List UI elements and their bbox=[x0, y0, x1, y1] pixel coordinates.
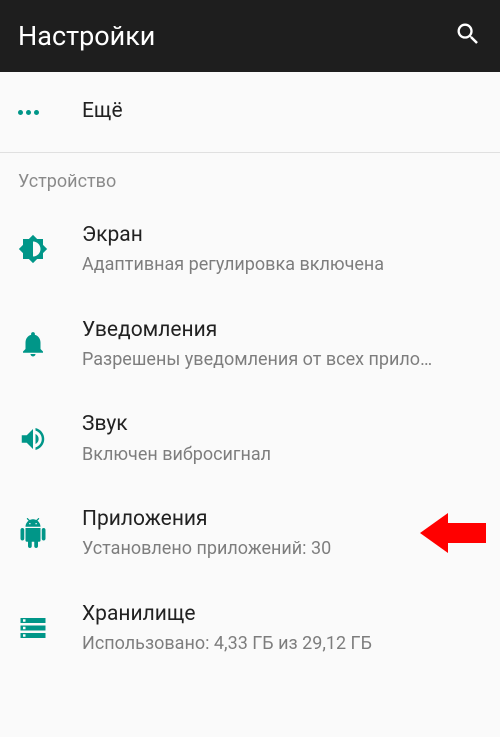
icon-slot bbox=[18, 518, 82, 548]
sound-icon bbox=[18, 424, 48, 454]
row-title: Экран bbox=[82, 222, 482, 249]
icon-slot bbox=[18, 329, 82, 359]
row-more[interactable]: Ещё bbox=[0, 72, 500, 152]
row-subtitle: Адаптивная регулировка включена bbox=[82, 253, 482, 276]
section-header-device: Устройство bbox=[0, 153, 500, 202]
icon-slot bbox=[18, 234, 82, 264]
storage-icon bbox=[18, 613, 48, 643]
row-subtitle: Разрешены уведомления от всех прило… bbox=[82, 348, 482, 371]
settings-list: Ещё Устройство Экран Адаптивная регулиро… bbox=[0, 72, 500, 675]
icon-slot bbox=[18, 613, 82, 643]
row-apps[interactable]: Приложения Установлено приложений: 30 bbox=[0, 486, 500, 581]
row-title: Уведомления bbox=[82, 317, 482, 344]
page-title: Настройки bbox=[18, 20, 155, 52]
row-storage[interactable]: Хранилище Использовано: 4,33 ГБ из 29,12… bbox=[0, 581, 500, 676]
search-button[interactable] bbox=[454, 20, 482, 52]
search-icon bbox=[454, 20, 482, 48]
row-title: Звук bbox=[82, 411, 482, 438]
row-title: Приложения bbox=[82, 506, 482, 533]
row-display[interactable]: Экран Адаптивная регулировка включена bbox=[0, 202, 500, 297]
android-icon bbox=[18, 518, 48, 548]
row-title: Ещё bbox=[82, 98, 482, 125]
icon-slot bbox=[18, 424, 82, 454]
bell-icon bbox=[18, 329, 48, 359]
more-icon bbox=[18, 110, 82, 115]
row-notifications[interactable]: Уведомления Разрешены уведомления от все… bbox=[0, 297, 500, 392]
row-subtitle: Установлено приложений: 30 bbox=[82, 537, 482, 560]
brightness-icon bbox=[18, 234, 48, 264]
row-sound[interactable]: Звук Включен вибросигнал bbox=[0, 391, 500, 486]
appbar: Настройки bbox=[0, 0, 500, 72]
row-title: Хранилище bbox=[82, 601, 482, 628]
row-subtitle: Включен вибросигнал bbox=[82, 443, 482, 466]
row-subtitle: Использовано: 4,33 ГБ из 29,12 ГБ bbox=[82, 632, 482, 655]
